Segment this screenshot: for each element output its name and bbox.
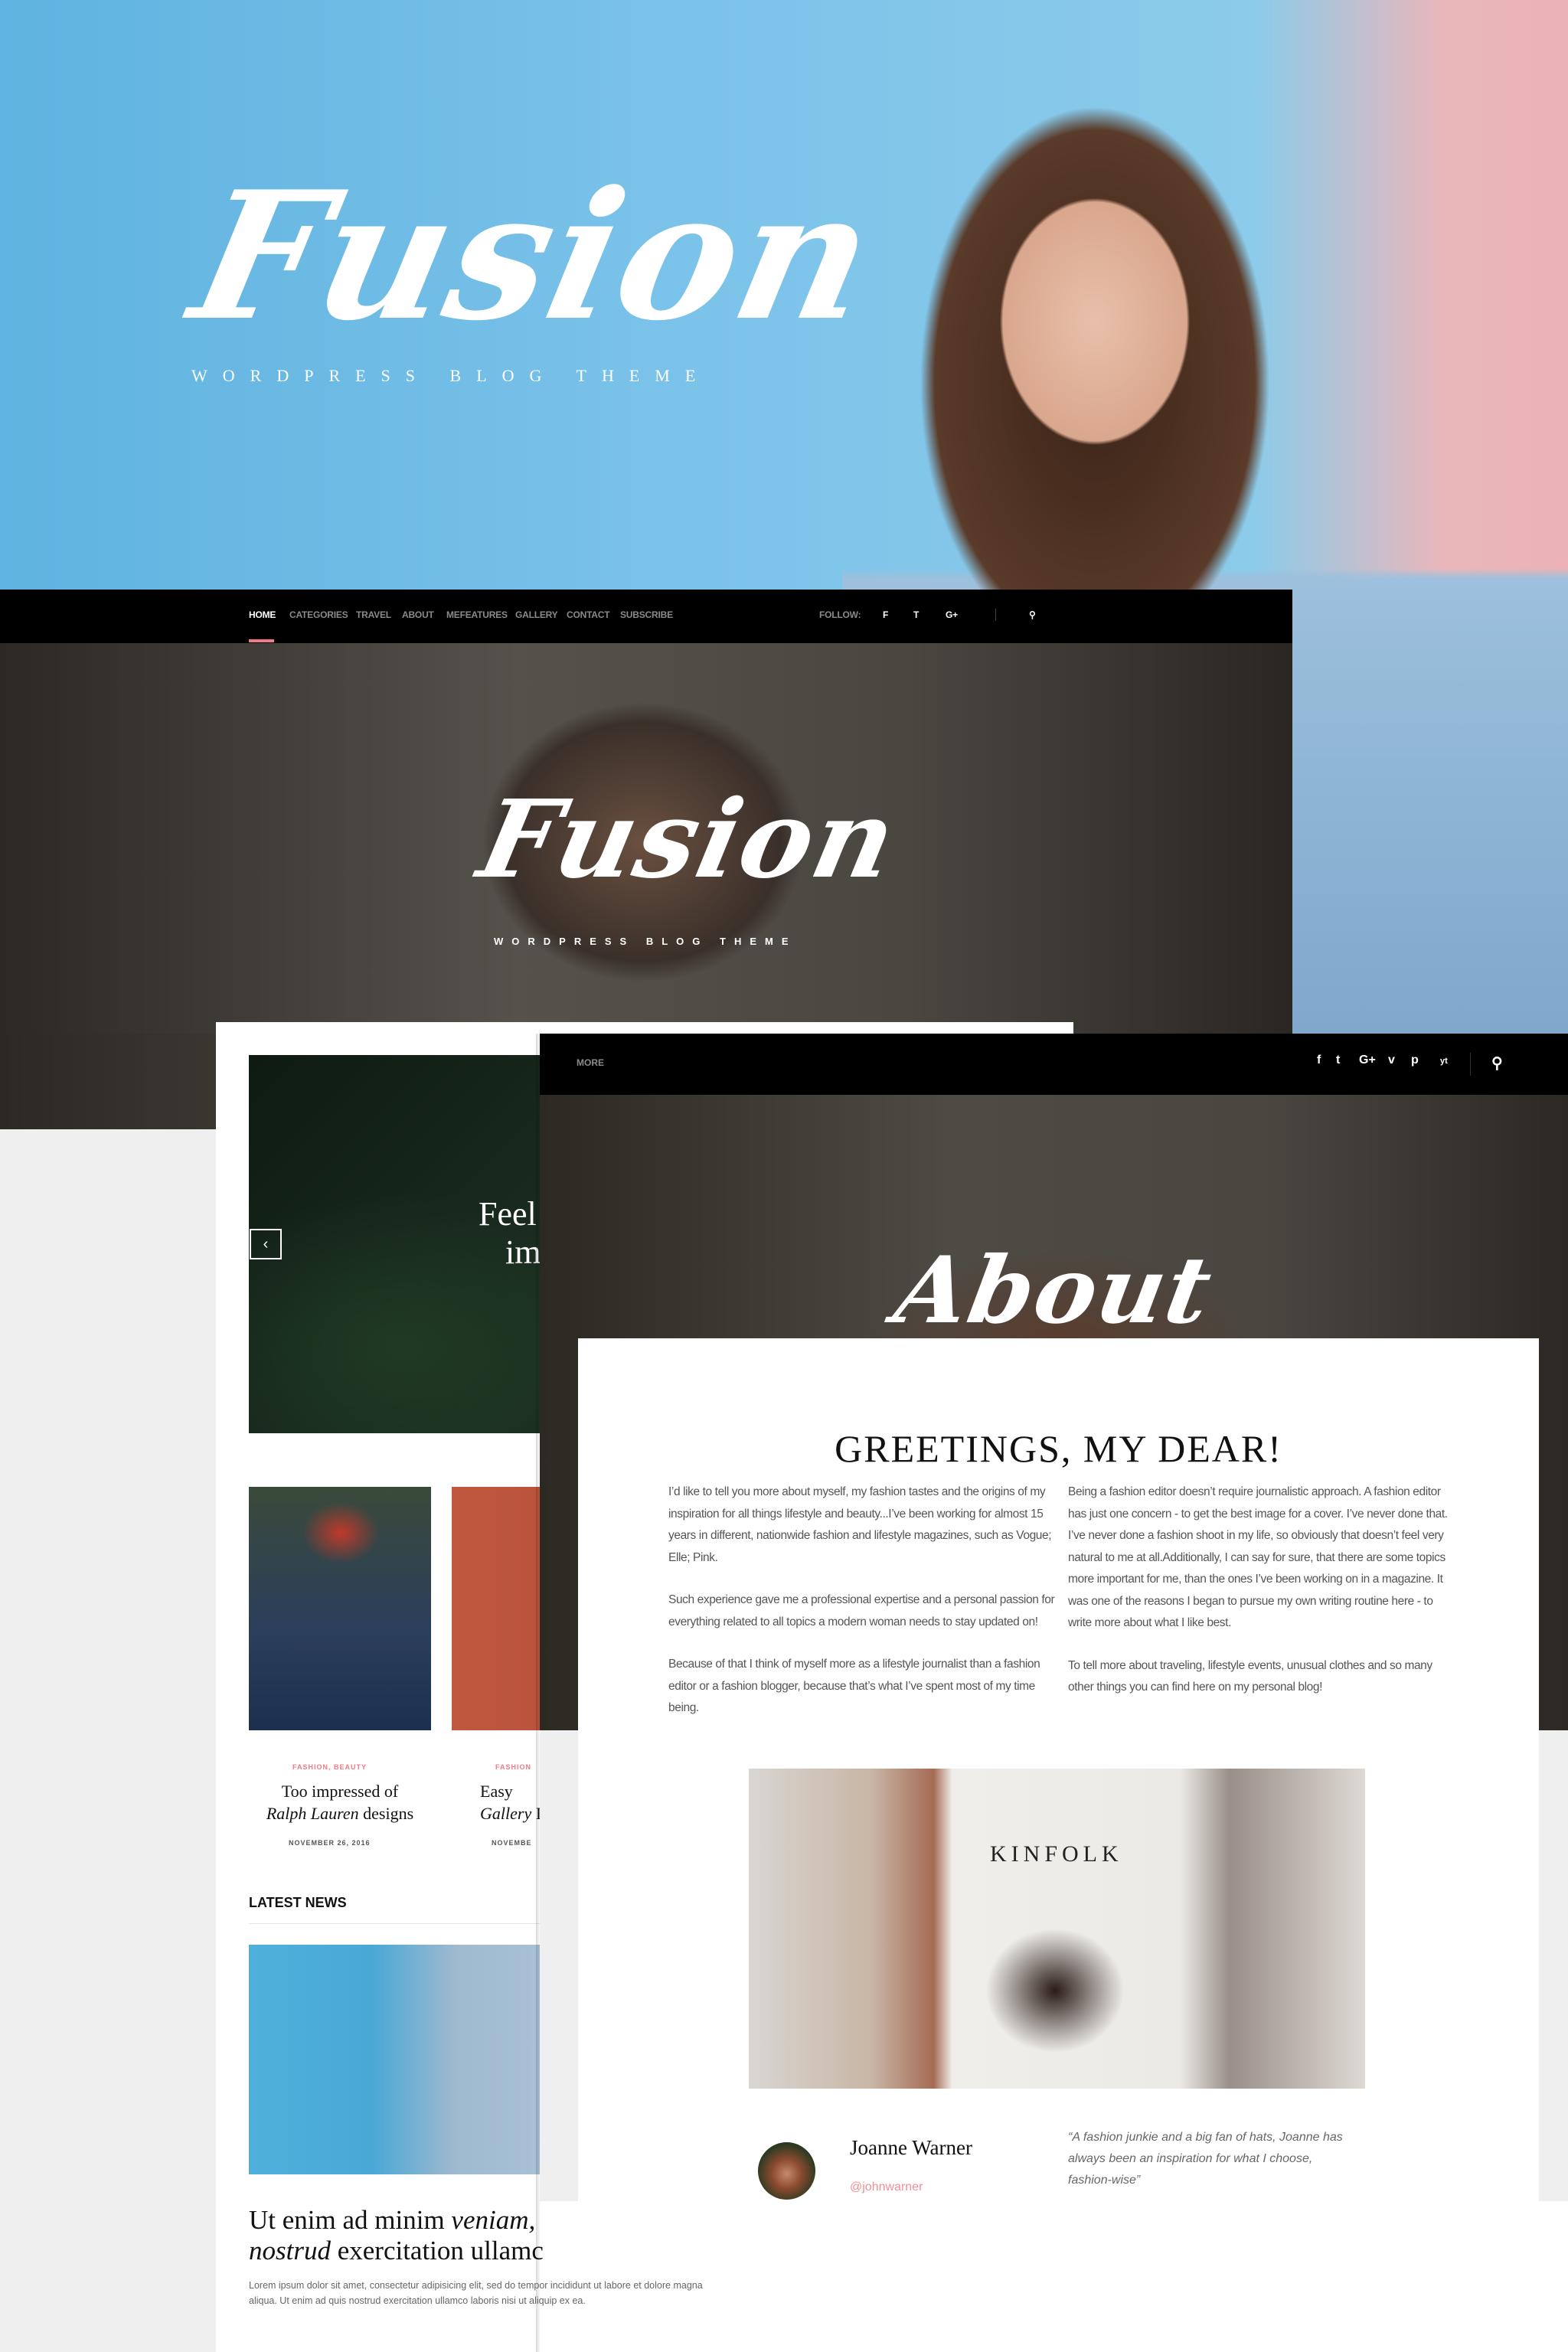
hero-image-extension <box>0 1034 216 1129</box>
about-content: GREETINGS, MY DEAR! I’d like to tell you… <box>578 1338 1539 2201</box>
author-name: Joanne Warner <box>850 2136 973 2159</box>
follow-label: FOLLOW: <box>819 609 861 620</box>
title-part: Ralph Lauren <box>266 1804 359 1823</box>
text-column-right: Being a fashion editor doesn’t require j… <box>1068 1481 1455 1720</box>
nav-gallery[interactable]: GALLERY <box>515 609 558 620</box>
paragraph: I’d like to tell you more about myself, … <box>668 1485 1052 1564</box>
search-icon[interactable]: ⚲ <box>1029 609 1036 620</box>
author-quote: “A fashion junkie and a big fan of hats,… <box>1068 2131 1343 2187</box>
slide-title-line1: Feel <box>479 1195 537 1233</box>
about-nav: MORE f t G+ v p yt ⚲ <box>540 1034 1568 1095</box>
pinterest-icon[interactable]: p <box>1411 1054 1419 1067</box>
nav-categories[interactable]: CATEGORIES <box>289 609 348 620</box>
paragraph: Such experience gave me a professional e… <box>668 1593 1055 1628</box>
twitter-icon[interactable]: t <box>913 609 919 620</box>
title-part: nostrud <box>249 2236 331 2265</box>
about-screenshot: MORE f t G+ v p yt ⚲ About GREETINGS, MY… <box>540 1034 1568 2201</box>
latest-post-excerpt: Lorem ipsum dolor sit amet, consectetur … <box>249 2280 703 2306</box>
nav-subscribe[interactable]: SUBSCRIBE <box>620 609 673 620</box>
nav-mefeatures[interactable]: MEFEATURES <box>446 609 508 620</box>
hero-subtitle: WORDPRESS BLOG THEME <box>191 366 711 385</box>
author-avatar <box>758 2142 815 2200</box>
text-column-left: I’d like to tell you more about myself, … <box>668 1481 1055 1740</box>
google-plus-icon[interactable]: G+ <box>1359 1054 1376 1067</box>
latest-news-heading: LATEST NEWS <box>249 1895 347 1910</box>
nav-home[interactable]: HOME <box>249 609 276 620</box>
paragraph: Being a fashion editor doesn’t require j… <box>1068 1485 1448 1629</box>
title-part: Too impressed of <box>281 1782 399 1801</box>
facebook-icon[interactable]: f <box>1317 1054 1321 1067</box>
post-title[interactable]: Too impressed of Ralph Lauren designs <box>249 1780 431 1824</box>
home-logo: Fusion <box>469 777 908 903</box>
about-title: About <box>887 1236 1220 1344</box>
twitter-icon[interactable]: t <box>1336 1054 1340 1067</box>
nav-travel[interactable]: TRAVEL <box>356 609 391 620</box>
paragraph: Because of that I think of myself more a… <box>668 1658 1040 1714</box>
home-subtitle: WORDPRESS BLOG THEME <box>494 936 797 947</box>
background <box>0 1129 216 2352</box>
author-handle[interactable]: @johnwarner <box>850 2180 923 2194</box>
post-image[interactable] <box>249 1487 431 1730</box>
youtube-icon[interactable]: yt <box>1440 1057 1448 1066</box>
nav-about[interactable]: ABOUT <box>402 609 434 620</box>
post-date: NOVEMBER 26, 2016 <box>289 1839 371 1847</box>
title-part: exercitation ullamc <box>330 2236 544 2265</box>
kinfolk-photo: KINFOLK <box>749 1769 1365 2089</box>
latest-post-title[interactable]: Ut enim ad minim veniam, nostrud exercita… <box>249 2205 1014 2266</box>
title-part: Easy <box>480 1782 513 1801</box>
greeting-heading: GREETINGS, MY DEAR! <box>835 1427 1282 1470</box>
nav-contact[interactable]: CONTACT <box>567 609 610 620</box>
nav-more[interactable]: MORE <box>577 1057 604 1068</box>
hero-logo: Fusion <box>177 153 892 360</box>
title-part: Gallery <box>480 1804 532 1823</box>
post-date: NOVEMBE <box>492 1839 532 1847</box>
magazine-title: KINFOLK <box>990 1841 1123 1867</box>
divider <box>995 609 996 621</box>
title-part: designs <box>358 1804 414 1823</box>
google-plus-icon[interactable]: G+ <box>946 609 958 620</box>
paragraph: To tell more about traveling, lifestyle … <box>1068 1658 1432 1694</box>
title-part: Ut enim ad minim <box>249 2205 452 2235</box>
post-category[interactable]: FASHION, BEAUTY <box>292 1763 367 1771</box>
home-hero-image: Fusion WORDPRESS BLOG THEME <box>0 643 1292 1034</box>
title-part: veniam, <box>451 2205 536 2235</box>
main-nav: HOME CATEGORIES TRAVEL ABOUT MEFEATURES … <box>0 590 1292 643</box>
divider <box>1470 1053 1471 1076</box>
search-icon[interactable]: ⚲ <box>1491 1054 1503 1073</box>
facebook-icon[interactable]: f <box>883 609 888 620</box>
vimeo-icon[interactable]: v <box>1388 1054 1395 1067</box>
active-indicator <box>249 639 274 642</box>
post-category[interactable]: FASHION <box>495 1763 531 1771</box>
post-title[interactable]: EasyGallery I <box>480 1780 541 1824</box>
slider-prev-button[interactable]: ‹ <box>250 1229 282 1259</box>
